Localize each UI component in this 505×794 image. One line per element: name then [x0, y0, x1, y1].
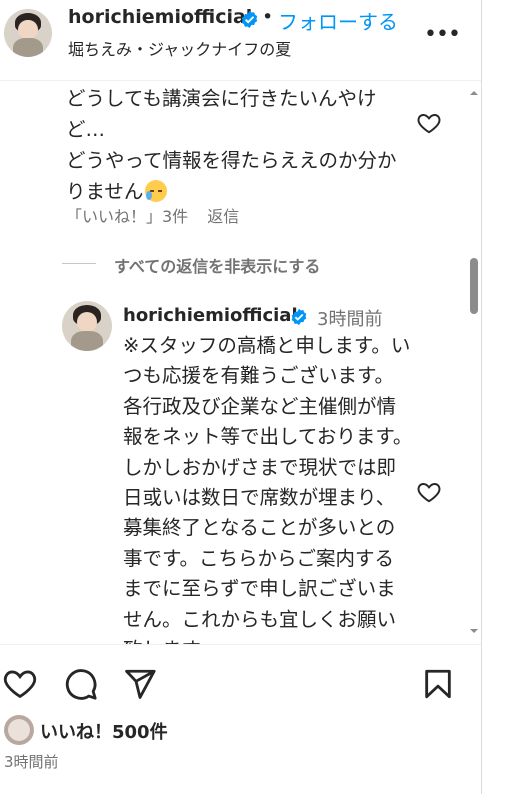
post-header: horichiemiofficial • フォローする 堀ちえみ・ジャックナイフ…: [0, 0, 481, 81]
profile-avatar[interactable]: [4, 9, 52, 57]
scrollbar-thumb[interactable]: [470, 258, 478, 314]
follow-button[interactable]: フォローする: [278, 6, 398, 35]
send-icon[interactable]: [123, 667, 157, 701]
comment-text: どうしても講演会に行きたいんやけど… どうやって情報を得たらええのか分かりません: [66, 83, 406, 207]
scroll-up-arrow-icon[interactable]: [469, 88, 479, 98]
reply-body: ※スタッフの高橋と申します。いつも応援を有難うございます。各行政及び企業など主催…: [123, 334, 413, 644]
verified-badge-icon: [241, 10, 258, 29]
verified-badge-icon: [291, 308, 307, 326]
divider: [0, 644, 481, 645]
bookmark-icon[interactable]: [421, 667, 455, 701]
comment-like-heart-icon[interactable]: [416, 110, 442, 136]
comment-body: どうしても講演会に行きたいんやけど… どうやって情報を得たらええのか分かりません: [66, 87, 397, 203]
downcast-face-with-sweat-icon: [145, 180, 168, 202]
heart-icon[interactable]: [3, 667, 37, 701]
comment-meta: 「いいね！」3件 返信: [66, 203, 253, 227]
post-timestamp: 3時間前: [4, 753, 59, 771]
scroll-down-arrow-icon[interactable]: [469, 626, 479, 636]
audio-subtitle[interactable]: 堀ちえみ・ジャックナイフの夏: [68, 36, 291, 60]
comments-area[interactable]: どうしても講演会に行きたいんやけど… どうやって情報を得たらええのか分かりません…: [0, 81, 470, 644]
comment-icon[interactable]: [64, 667, 98, 701]
reply-username[interactable]: horichiemiofficial: [123, 305, 298, 326]
reply-like-heart-icon[interactable]: [416, 479, 442, 505]
comment-likes-count[interactable]: 「いいね！」3件: [66, 207, 188, 226]
liker-avatar[interactable]: [4, 715, 34, 745]
reply-timestamp: 3時間前: [317, 309, 383, 330]
hide-replies-button[interactable]: すべての返信を非表示にする: [114, 253, 320, 277]
more-options-icon[interactable]: •••: [424, 22, 461, 47]
header-username[interactable]: horichiemiofficial: [68, 6, 252, 28]
post-panel: horichiemiofficial • フォローする 堀ちえみ・ジャックナイフ…: [0, 0, 482, 794]
reply-button[interactable]: 返信: [207, 207, 239, 226]
header-separator: •: [262, 6, 274, 28]
reply-avatar[interactable]: [62, 301, 112, 351]
likes-count[interactable]: いいね！500件: [40, 718, 168, 744]
divider: [62, 263, 96, 264]
